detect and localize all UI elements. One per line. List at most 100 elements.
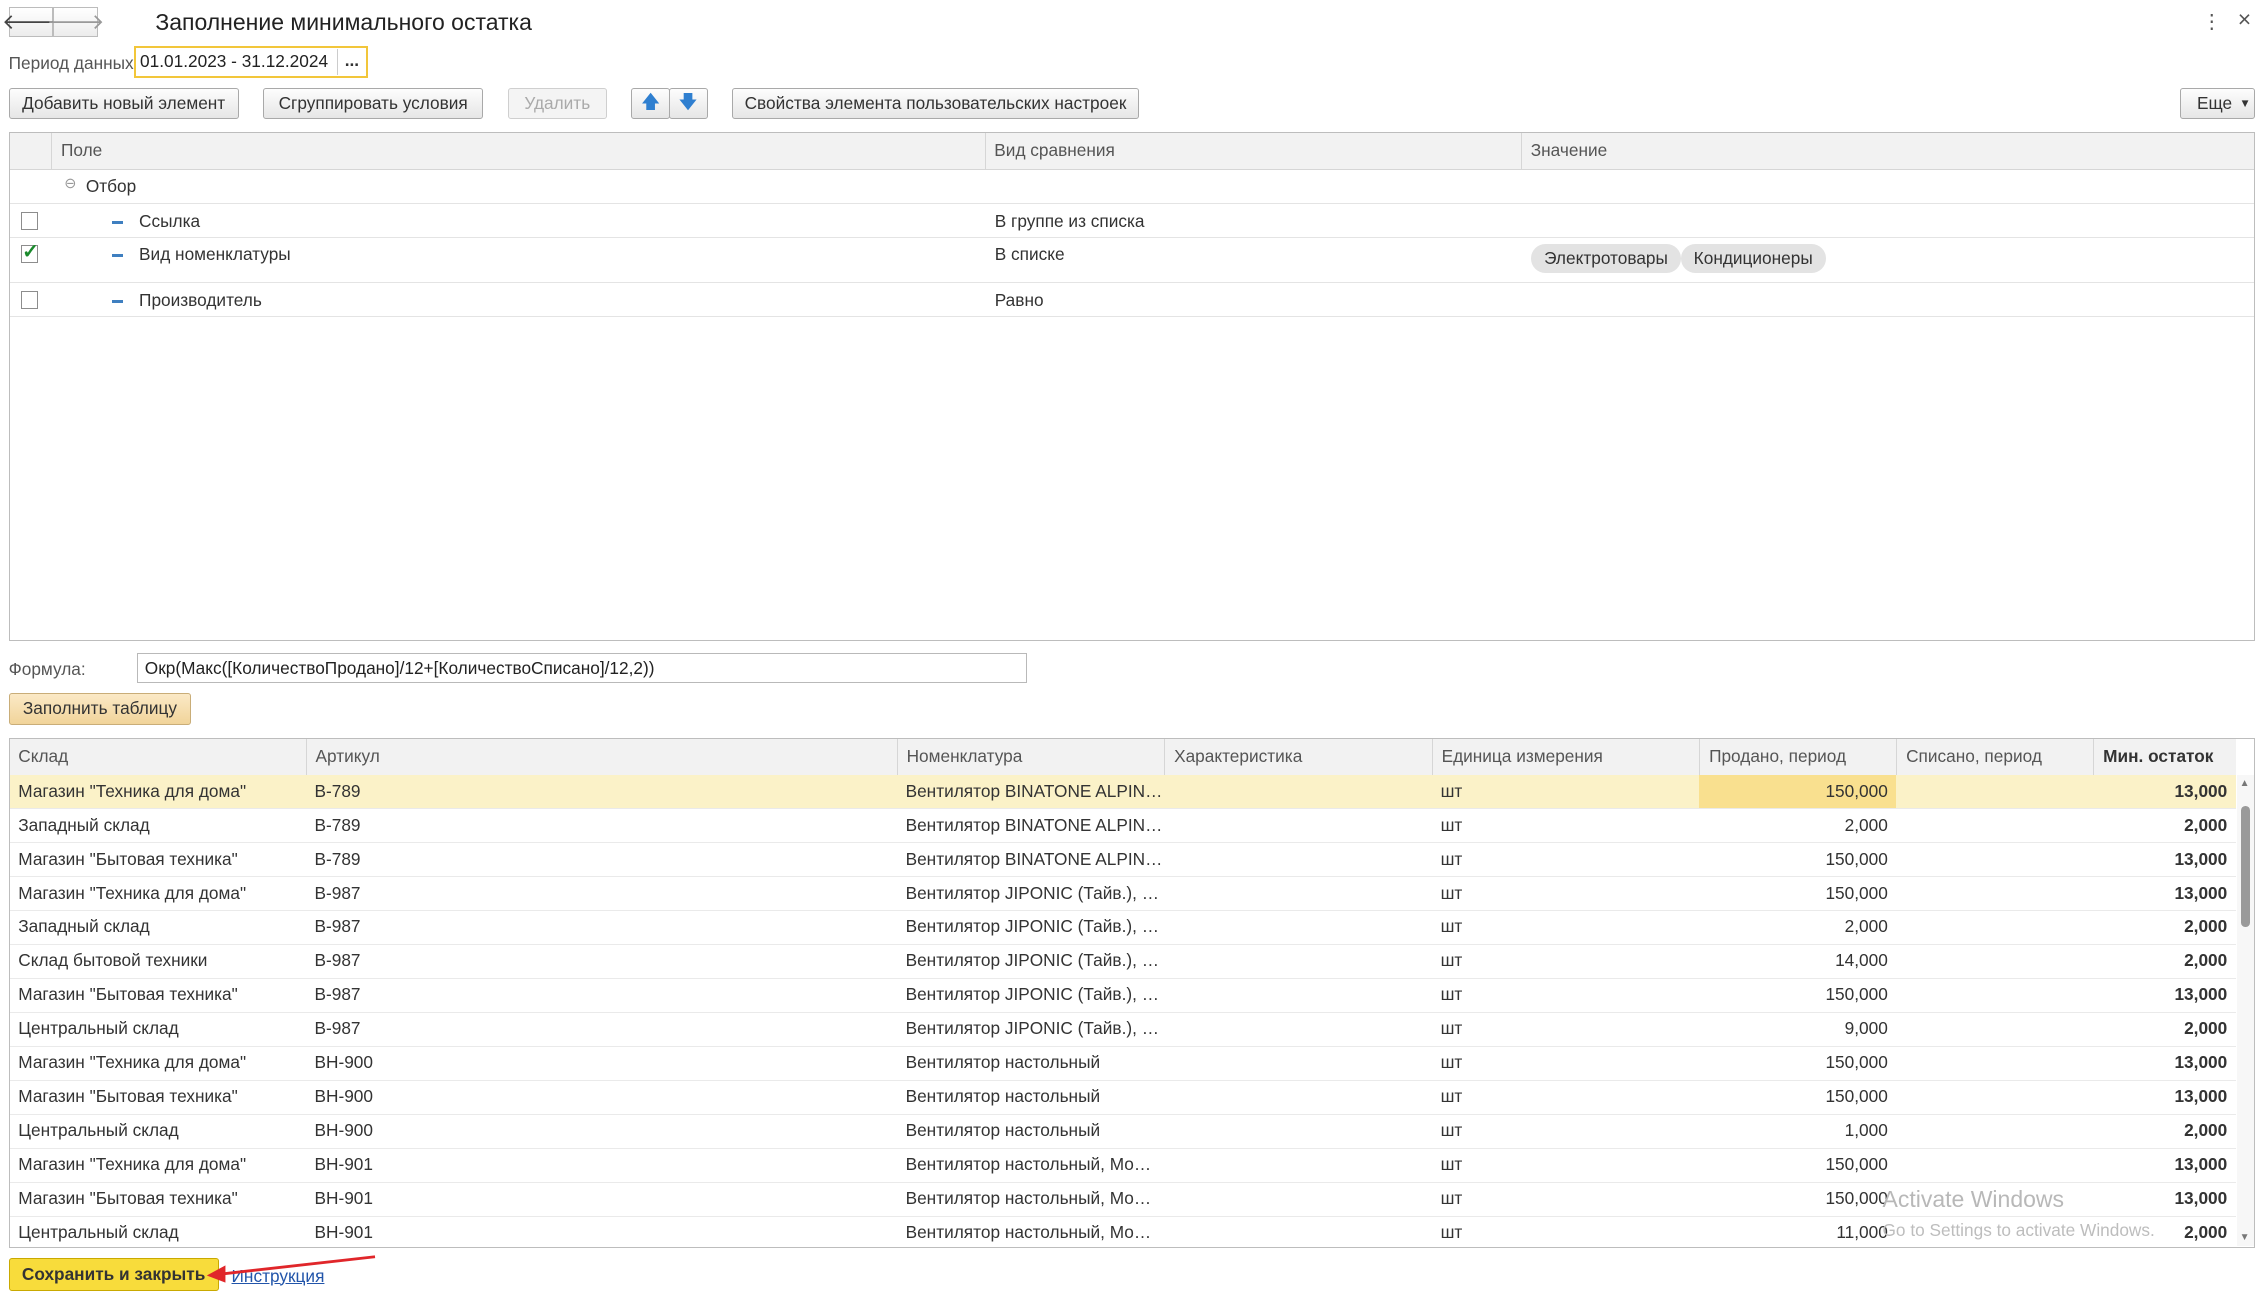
cell-characteristic[interactable] <box>1164 877 1431 910</box>
cell-characteristic[interactable] <box>1164 944 1431 977</box>
move-up-button[interactable]: 🡅 <box>631 87 671 120</box>
cell-warehouse[interactable]: Западный склад <box>10 809 306 842</box>
value-tag-conditioners[interactable]: Кондиционеры <box>1680 244 1826 273</box>
cell-sold[interactable]: 150,000 <box>1699 1182 1896 1215</box>
group-conditions-button[interactable]: Сгруппировать условия <box>263 87 484 120</box>
cell-min-stock[interactable]: 13,000 <box>2093 1148 2235 1181</box>
cell-article[interactable]: BH-901 <box>306 1216 897 1247</box>
filter-row-manufacturer[interactable]: Производитель Равно <box>9 283 2254 318</box>
save-and-close-button[interactable]: Сохранить и закрыть <box>8 1258 219 1292</box>
cell-sold[interactable]: 150,000 <box>1699 843 1896 876</box>
cell-unit[interactable]: шт <box>1432 944 1699 977</box>
cell-unit[interactable]: шт <box>1432 1216 1699 1247</box>
cell-nomenclature[interactable]: Вентилятор настольный <box>897 1046 1164 1079</box>
cell-sold[interactable]: 11,000 <box>1699 1216 1896 1247</box>
filter-col-value[interactable]: Значение <box>1521 133 2254 170</box>
cell-min-stock[interactable]: 13,000 <box>2093 775 2235 808</box>
collapse-icon[interactable]: ⊖ <box>64 176 76 192</box>
table-row[interactable]: Магазин "Бытовая техника" BH-900 Вентилято… <box>9 1080 2236 1115</box>
cell-characteristic[interactable] <box>1164 1012 1431 1045</box>
cell-unit[interactable]: шт <box>1432 1012 1699 1045</box>
cell-unit[interactable]: шт <box>1432 877 1699 910</box>
filter-checkbox-nomenclature-type[interactable] <box>21 239 39 264</box>
cell-article[interactable]: B-789 <box>306 809 897 842</box>
formula-input[interactable]: Окр(Макс([КоличествоПродано]/12+[Количес… <box>136 652 1027 684</box>
cell-min-stock[interactable]: 13,000 <box>2093 1046 2235 1079</box>
cell-warehouse[interactable]: Магазин "Бытовая техника" <box>10 843 306 876</box>
cell-article[interactable]: B-987 <box>306 978 897 1011</box>
cell-article[interactable]: B-987 <box>306 910 897 943</box>
cell-min-stock[interactable]: 2,000 <box>2093 1012 2235 1045</box>
table-row[interactable]: Западный склад B-987 Вентилятор JIPONIC (Т… <box>9 910 2236 945</box>
table-row[interactable]: Магазин "Техника для дома" B-789 Вентилято… <box>9 774 2236 810</box>
col-min-stock[interactable]: Мин. остаток <box>2093 738 2235 775</box>
cell-warehouse[interactable]: Магазин "Техника для дома" <box>10 775 306 808</box>
filter-row-link[interactable]: Ссылка В группе из списка <box>9 204 2254 239</box>
cell-warehouse[interactable]: Магазин "Техника для дома" <box>10 1148 306 1181</box>
cell-min-stock[interactable]: 2,000 <box>2093 1114 2235 1147</box>
col-article[interactable]: Артикул <box>305 738 897 775</box>
cell-sold[interactable]: 2,000 <box>1699 809 1896 842</box>
cell-unit[interactable]: шт <box>1432 1148 1699 1181</box>
cell-written-off[interactable] <box>1896 843 2093 876</box>
cell-warehouse[interactable]: Магазин "Бытовая техника" <box>10 1080 306 1113</box>
cell-unit[interactable]: шт <box>1432 775 1699 808</box>
cell-characteristic[interactable] <box>1164 809 1431 842</box>
close-icon[interactable]: × <box>2238 6 2251 33</box>
cell-written-off[interactable] <box>1896 1114 2093 1147</box>
cell-nomenclature[interactable]: Вентилятор JIPONIC (Тайв.), … <box>897 978 1164 1011</box>
col-sold[interactable]: Продано, период <box>1699 738 1896 775</box>
cell-min-stock[interactable]: 13,000 <box>2093 843 2235 876</box>
filter-col-comparison[interactable]: Вид сравнения <box>984 133 1521 170</box>
table-row[interactable]: Магазин "Техника для дома" BH-901 Вентилят… <box>9 1148 2236 1183</box>
cell-article[interactable]: BH-900 <box>306 1080 897 1113</box>
cell-written-off[interactable] <box>1896 1148 2093 1181</box>
cell-warehouse[interactable]: Магазин "Бытовая техника" <box>10 1182 306 1215</box>
col-written-off[interactable]: Списано, период <box>1896 738 2093 775</box>
scroll-up-icon[interactable]: ▲ <box>2240 778 2250 789</box>
table-row[interactable]: Магазин "Техника для дома" B-987 Вентилято… <box>9 877 2236 912</box>
fill-table-button[interactable]: Заполнить таблицу <box>8 693 192 725</box>
cell-article[interactable]: BH-901 <box>306 1148 897 1181</box>
cell-unit[interactable]: шт <box>1432 843 1699 876</box>
cell-sold[interactable]: 150,000 <box>1699 1148 1896 1181</box>
table-row[interactable]: Западный склад B-789 Вентилятор BINATONE A… <box>9 809 2236 844</box>
cell-article[interactable]: B-789 <box>306 775 897 808</box>
cell-characteristic[interactable] <box>1164 1046 1431 1079</box>
table-row[interactable]: Склад бытовой техники B-987 Вентилятор JIP… <box>9 944 2236 979</box>
cell-characteristic[interactable] <box>1164 1182 1431 1215</box>
cell-sold[interactable]: 1,000 <box>1699 1114 1896 1147</box>
cell-characteristic[interactable] <box>1164 775 1431 808</box>
cell-warehouse[interactable]: Центральный склад <box>10 1216 306 1247</box>
cell-min-stock[interactable]: 13,000 <box>2093 877 2235 910</box>
cell-warehouse[interactable]: Магазин "Бытовая техника" <box>10 978 306 1011</box>
col-characteristic[interactable]: Характеристика <box>1164 738 1431 775</box>
cell-written-off[interactable] <box>1896 1046 2093 1079</box>
cell-characteristic[interactable] <box>1164 910 1431 943</box>
cell-sold[interactable]: 150,000 <box>1699 877 1896 910</box>
filter-row-nomenclature-type[interactable]: Вид номенклатуры В списке Электротовары … <box>9 238 2254 283</box>
cell-article[interactable]: B-789 <box>306 843 897 876</box>
cell-characteristic[interactable] <box>1164 1080 1431 1113</box>
cell-unit[interactable]: шт <box>1432 1046 1699 1079</box>
cell-written-off[interactable] <box>1896 775 2093 808</box>
cell-sold[interactable]: 2,000 <box>1699 910 1896 943</box>
cell-nomenclature[interactable]: Вентилятор настольный <box>897 1114 1164 1147</box>
cell-written-off[interactable] <box>1896 877 2093 910</box>
cell-min-stock[interactable]: 2,000 <box>2093 944 2235 977</box>
value-tag-electro[interactable]: Электротовары <box>1531 244 1681 273</box>
cell-nomenclature[interactable]: Вентилятор JIPONIC (Тайв.), … <box>897 944 1164 977</box>
cell-nomenclature[interactable]: Вентилятор JIPONIC (Тайв.), … <box>897 1012 1164 1045</box>
vertical-scrollbar[interactable]: ▲ ▼ <box>2236 774 2254 1247</box>
cell-characteristic[interactable] <box>1164 978 1431 1011</box>
cell-written-off[interactable] <box>1896 809 2093 842</box>
cell-nomenclature[interactable]: Вентилятор настольный, Мо… <box>897 1182 1164 1215</box>
cell-warehouse[interactable]: Западный склад <box>10 910 306 943</box>
cell-written-off[interactable] <box>1896 944 2093 977</box>
cell-characteristic[interactable] <box>1164 1114 1431 1147</box>
period-input[interactable]: 01.01.2023 - 31.12.2024 <box>133 46 369 78</box>
filter-checkbox-manufacturer[interactable] <box>21 291 39 309</box>
cell-article[interactable]: BH-900 <box>306 1114 897 1147</box>
cell-sold[interactable]: 150,000 <box>1699 1046 1896 1079</box>
scroll-down-icon[interactable]: ▼ <box>2240 1232 2250 1243</box>
